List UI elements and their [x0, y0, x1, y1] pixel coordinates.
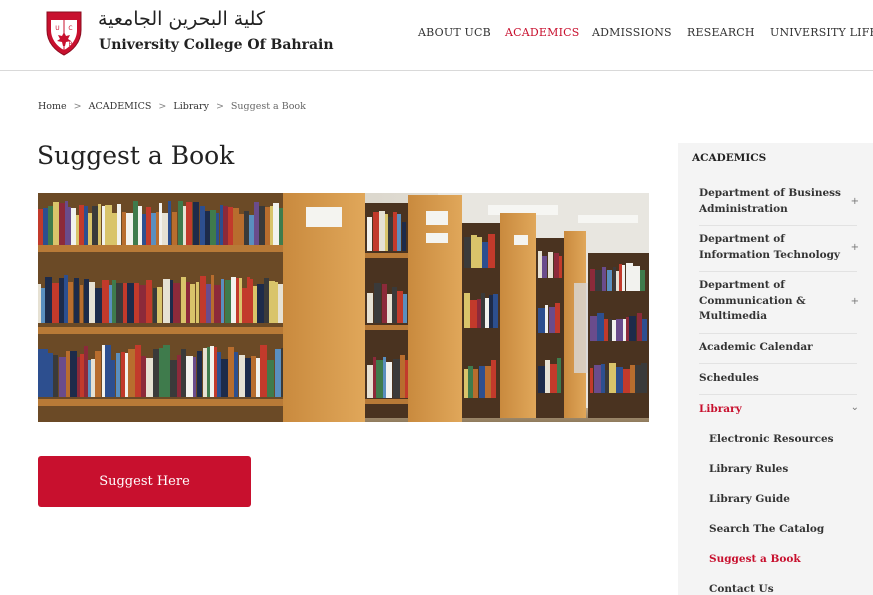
sidebar-divider	[699, 271, 857, 272]
nav-university-life[interactable]: UNIVERSITY LIFE	[770, 26, 873, 39]
nav-admissions[interactable]: ADMISSIONS	[592, 26, 672, 39]
chevron-down-icon[interactable]: ⌄	[851, 402, 859, 413]
sidebar-subitem-library-rules[interactable]: Library Rules	[709, 463, 788, 475]
page-title: Suggest a Book	[37, 141, 235, 170]
breadcrumb-current: Suggest a Book	[230, 101, 306, 112]
breadcrumb-library[interactable]: Library	[173, 101, 209, 112]
sidebar-subitem-suggest-a-book[interactable]: Suggest a Book	[709, 553, 801, 565]
breadcrumb-separator: >	[158, 101, 167, 112]
sidebar-item-academic-calendar[interactable]: Academic Calendar	[699, 340, 849, 356]
sidebar-item-schedules[interactable]: Schedules	[699, 371, 849, 387]
breadcrumb-separator: >	[73, 101, 82, 112]
sidebar-subitem-library-guide[interactable]: Library Guide	[709, 493, 790, 505]
breadcrumb: Home > ACADEMICS > Library > Suggest a Book	[38, 101, 306, 112]
sidebar-subitem-search-catalog[interactable]: Search The Catalog	[709, 523, 824, 535]
sidebar-item-business-administration[interactable]: Department of Business Administration	[699, 186, 849, 217]
breadcrumb-home[interactable]: Home	[38, 101, 67, 112]
nav-research[interactable]: RESEARCH	[687, 26, 755, 39]
sidebar-item-library[interactable]: Library	[699, 402, 849, 418]
suggest-here-button[interactable]: Suggest Here	[38, 456, 251, 507]
nav-about-ucb[interactable]: ABOUT UCB	[418, 26, 491, 39]
sidebar-item-information-technology[interactable]: Department of Information Technology	[699, 232, 849, 263]
main-nav: ABOUT UCB ACADEMICS ADMISSIONS RESEARCH …	[0, 26, 873, 44]
expand-plus-icon[interactable]: +	[851, 242, 859, 253]
sidebar-divider	[699, 225, 857, 226]
sidebar-divider	[699, 333, 857, 334]
sidebar-divider	[699, 394, 857, 395]
breadcrumb-academics[interactable]: ACADEMICS	[89, 101, 152, 112]
site-header: U C B كلية البحرين الجامعية University C…	[0, 0, 873, 71]
expand-plus-icon[interactable]: +	[851, 296, 859, 307]
library-bookshelves-image	[38, 193, 649, 422]
sidebar: ACADEMICS Department of Business Adminis…	[678, 143, 873, 595]
nav-academics[interactable]: ACADEMICS	[505, 26, 580, 39]
sidebar-heading: ACADEMICS	[692, 152, 767, 164]
sidebar-subitem-electronic-resources[interactable]: Electronic Resources	[709, 433, 834, 445]
sidebar-subitem-contact-us[interactable]: Contact Us	[709, 583, 774, 595]
breadcrumb-separator: >	[215, 101, 224, 112]
expand-plus-icon[interactable]: +	[851, 196, 859, 207]
sidebar-item-communication-multimedia[interactable]: Department of Communication & Multimedia	[699, 278, 834, 325]
sidebar-divider	[699, 363, 857, 364]
